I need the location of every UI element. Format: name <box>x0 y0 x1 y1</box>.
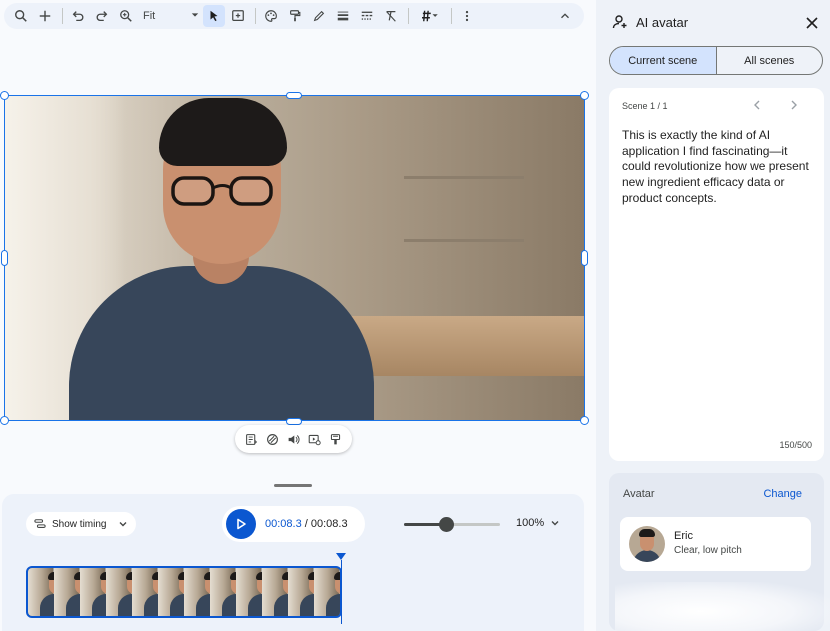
resize-handle-bottom-right[interactable] <box>580 416 589 425</box>
avatar-glasses <box>171 176 273 206</box>
avatar-voice-description: Clear, low pitch <box>674 545 742 556</box>
toolbar-divider <box>62 8 63 24</box>
clip-thumbnail <box>80 568 126 616</box>
resize-handle-top-right[interactable] <box>580 91 589 100</box>
avatar-name: Eric <box>674 530 693 542</box>
show-timing-button[interactable]: Show timing <box>26 512 136 536</box>
character-count: 150/500 <box>779 440 812 450</box>
chevron-down-icon <box>119 522 127 527</box>
zoom-icon[interactable] <box>115 5 137 27</box>
resize-handle-top[interactable] <box>286 92 302 99</box>
clip-thumbnail <box>314 568 340 616</box>
chevron-left-icon[interactable] <box>751 99 763 111</box>
clear-format-icon[interactable] <box>380 5 402 27</box>
resize-handle-bottom[interactable] <box>286 418 302 425</box>
change-avatar-button[interactable]: Change <box>763 488 802 500</box>
panel-header: AI avatar <box>612 14 688 30</box>
clip-thumbnail <box>288 568 334 616</box>
panel-fade <box>615 582 830 631</box>
more-icon[interactable] <box>456 5 478 27</box>
timeline-resize-handle[interactable] <box>274 484 312 487</box>
avatar <box>629 526 665 562</box>
scene-label: Scene 1 / 1 <box>622 101 668 111</box>
chevron-down-icon <box>191 10 199 22</box>
time-separator: / <box>301 518 311 530</box>
clip-thumbnail <box>184 568 230 616</box>
playhead-marker[interactable] <box>336 553 346 560</box>
zoom-select[interactable]: Fit <box>143 10 199 22</box>
current-time: 00:08.3 <box>265 518 302 530</box>
avatar-hair <box>159 98 287 166</box>
palette-icon[interactable] <box>260 5 282 27</box>
main-toolbar: Fit <box>4 3 584 29</box>
timeline-zoom-select[interactable]: 100% <box>516 517 560 529</box>
style-icon[interactable] <box>264 430 282 448</box>
script-card: Scene 1 / 1 This is exactly the kind of … <box>609 88 824 461</box>
clip-thumbnail <box>158 568 204 616</box>
timecode: 00:08.3 / 00:08.3 <box>265 518 348 530</box>
clip-thumbnail <box>210 568 256 616</box>
zoom-percent: 100% <box>516 517 545 529</box>
clip-thumbnail <box>28 568 74 616</box>
grid-icon[interactable] <box>413 5 445 27</box>
resize-handle-top-left[interactable] <box>0 91 9 100</box>
background-table <box>344 316 584 376</box>
floating-toolbar <box>235 425 352 453</box>
collapse-icon[interactable] <box>554 5 576 27</box>
avatar-video-frame[interactable] <box>4 95 585 421</box>
clip-thumbnail <box>132 568 178 616</box>
video-clip[interactable] <box>26 566 342 618</box>
timeline-zoom-slider[interactable] <box>404 517 500 532</box>
toolbar-divider <box>255 8 256 24</box>
clip-thumbnail <box>236 568 282 616</box>
avatar-add-icon <box>612 15 627 29</box>
volume-icon[interactable] <box>285 430 303 448</box>
resize-handle-left[interactable] <box>1 250 8 266</box>
clip-thumbnail <box>54 568 100 616</box>
zoom-select-label: Fit <box>143 10 156 22</box>
play-icon <box>237 518 246 530</box>
timing-icon <box>34 519 46 528</box>
pen-icon[interactable] <box>308 5 330 27</box>
clip-thumbnail <box>106 568 152 616</box>
playback-control: 00:08.3 / 00:08.3 <box>222 506 365 542</box>
tab-all-scenes[interactable]: All scenes <box>717 47 823 74</box>
selected-avatar[interactable]: Eric Clear, low pitch <box>620 517 811 571</box>
video-background <box>5 96 584 420</box>
border-dash-icon[interactable] <box>356 5 378 27</box>
resize-handle-bottom-left[interactable] <box>0 416 9 425</box>
toolbar-divider <box>451 8 452 24</box>
redo-icon[interactable] <box>91 5 113 27</box>
add-icon[interactable] <box>34 5 56 27</box>
undo-icon[interactable] <box>67 5 89 27</box>
transition-icon[interactable] <box>327 430 345 448</box>
script-icon[interactable] <box>243 430 261 448</box>
border-weight-icon[interactable] <box>332 5 354 27</box>
total-time: 00:08.3 <box>310 518 348 530</box>
media-icon[interactable] <box>306 430 324 448</box>
close-icon[interactable] <box>804 15 820 31</box>
panel-title: AI avatar <box>636 14 689 30</box>
toolbar-divider <box>408 8 409 24</box>
add-box-icon[interactable] <box>227 5 249 27</box>
search-icon[interactable] <box>10 5 32 27</box>
paint-format-icon[interactable] <box>284 5 306 27</box>
resize-handle-right[interactable] <box>581 250 588 266</box>
playhead-line <box>341 560 342 624</box>
chevron-down-icon <box>551 521 559 526</box>
avatar-section-label: Avatar <box>623 488 655 500</box>
script-textarea[interactable]: This is exactly the kind of AI applicati… <box>622 128 814 207</box>
show-timing-label: Show timing <box>52 518 107 530</box>
tab-current-scene[interactable]: Current scene <box>610 47 717 74</box>
background-shelf <box>404 176 524 326</box>
select-icon[interactable] <box>203 5 225 27</box>
scene-scope-tabs: Current scene All scenes <box>609 46 823 75</box>
chevron-right-icon[interactable] <box>788 99 800 111</box>
play-button[interactable] <box>226 509 256 539</box>
clip-thumbnail <box>262 568 308 616</box>
